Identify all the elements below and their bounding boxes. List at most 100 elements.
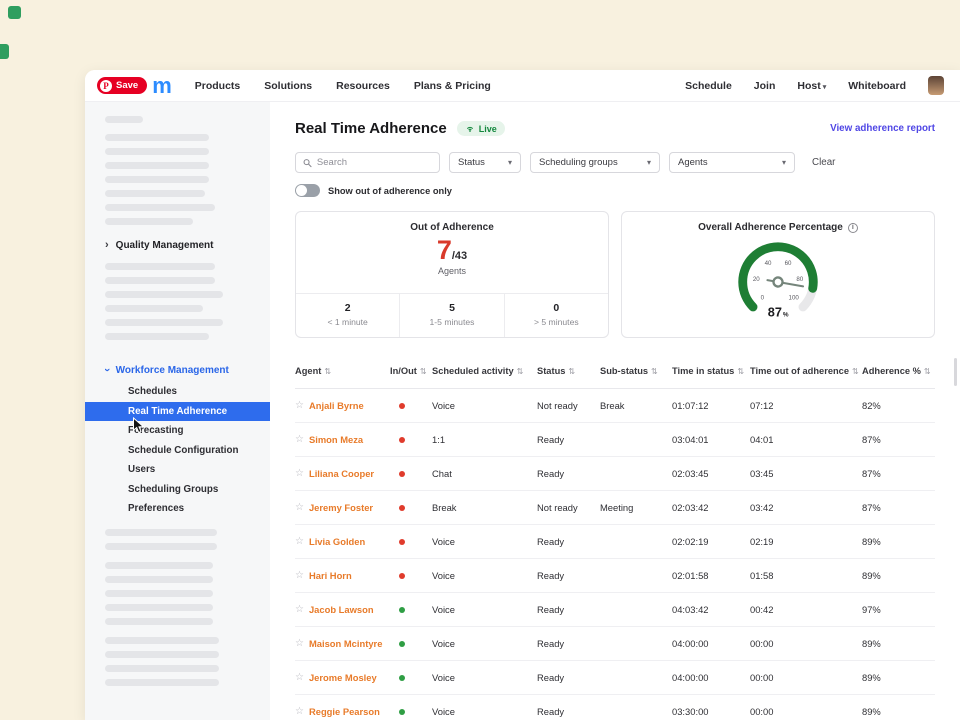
site-logo[interactable]: m <box>152 73 171 99</box>
skeleton-bar <box>105 277 215 284</box>
sidebar-item-users[interactable]: Users <box>85 460 270 480</box>
column-header-time-in-status[interactable]: Time in status⇅ <box>672 366 750 376</box>
table-row: ☆Jerome MosleyVoiceReady04:00:0000:0089% <box>295 661 935 695</box>
adherence-gauge: 0 20 40 60 80 100 87 <box>703 233 853 331</box>
cell-time-out-of-adherence: 00:42 <box>750 604 862 615</box>
status-dropdown-label: Status <box>458 157 485 168</box>
cell-adherence: 82% <box>862 400 935 411</box>
agents-dropdown[interactable]: Agents ▾ <box>669 152 795 173</box>
column-header-time-out-of-adherence[interactable]: Time out of adherence⇅ <box>750 366 862 376</box>
agent-link[interactable]: Simon Meza <box>309 434 363 445</box>
agent-link[interactable]: Maison Mcintyre <box>309 638 382 649</box>
live-label: Live <box>479 124 497 134</box>
star-icon[interactable]: ☆ <box>295 672 304 683</box>
info-icon[interactable]: i <box>848 223 858 233</box>
agent-link[interactable]: Jerome Mosley <box>309 672 377 683</box>
scheduling-groups-dropdown[interactable]: Scheduling groups ▾ <box>530 152 660 173</box>
nav-item-host[interactable]: Host▾ <box>797 80 826 92</box>
column-header-adherence[interactable]: Adherence %⇅ <box>862 366 935 376</box>
star-icon[interactable]: ☆ <box>295 434 304 445</box>
gauge-tick-40: 40 <box>765 260 772 267</box>
nav-item-whiteboard[interactable]: Whiteboard <box>848 80 906 92</box>
skeleton-bar <box>105 665 219 672</box>
column-header-in-out[interactable]: In/Out⇅ <box>390 366 432 376</box>
cell-time-out-of-adherence: 03:42 <box>750 502 862 513</box>
quality-management-label: Quality Management <box>116 240 214 251</box>
sidebar-item-quality-management[interactable]: › Quality Management <box>105 239 270 251</box>
nav-item-plans-pricing[interactable]: Plans & Pricing <box>414 80 491 92</box>
agent-link[interactable]: Anjali Byrne <box>309 400 364 411</box>
sort-icon: ⇅ <box>651 367 658 376</box>
search-input[interactable] <box>317 157 432 168</box>
breakdown-label: > 5 minutes <box>505 317 608 327</box>
cell-status: Not ready <box>537 502 600 513</box>
out-of-adherence-toggle[interactable] <box>295 184 320 197</box>
cell-status: Ready <box>537 638 600 649</box>
star-icon[interactable]: ☆ <box>295 706 304 717</box>
inout-status-dot <box>399 641 405 647</box>
star-icon[interactable]: ☆ <box>295 468 304 479</box>
sort-icon: ⇅ <box>517 367 524 376</box>
agent-link[interactable]: Hari Horn <box>309 570 352 581</box>
agent-link[interactable]: Reggie Pearson <box>309 706 380 717</box>
nav-item-resources[interactable]: Resources <box>336 80 390 92</box>
sidebar-item-real-time-adherence[interactable]: Real Time Adherence <box>85 402 270 422</box>
inout-status-dot <box>399 539 405 545</box>
sidebar-item-workforce-management[interactable]: › Workforce Management <box>105 364 270 376</box>
star-icon[interactable]: ☆ <box>295 536 304 547</box>
nav-left-items: Products Solutions Resources Plans & Pri… <box>195 80 491 92</box>
view-adherence-report-link[interactable]: View adherence report <box>830 123 935 134</box>
agent-link[interactable]: Jacob Lawson <box>309 604 374 615</box>
cell-time-in-status: 01:07:12 <box>672 400 750 411</box>
sidebar-item-preferences[interactable]: Preferences <box>85 499 270 519</box>
cell-agent: ☆ Hari Horn <box>295 570 390 581</box>
table-row: ☆Maison McintyreVoiceReady04:00:0000:008… <box>295 627 935 661</box>
cell-status: Ready <box>537 434 600 445</box>
cell-status: Ready <box>537 706 600 717</box>
agent-link[interactable]: Livia Golden <box>309 536 365 547</box>
table-row: ☆Jeremy FosterBreakNot readyMeeting02:03… <box>295 491 935 525</box>
search-icon <box>303 158 312 168</box>
column-header-sub-status[interactable]: Sub-status⇅ <box>600 366 672 376</box>
star-icon[interactable]: ☆ <box>295 400 304 411</box>
inout-status-dot <box>399 607 405 613</box>
table-row: ☆Simon Meza1:1Ready03:04:0104:0187% <box>295 423 935 457</box>
sidebar-item-schedule-configuration[interactable]: Schedule Configuration <box>85 441 270 461</box>
column-header-scheduled-activity[interactable]: Scheduled activity⇅ <box>432 366 537 376</box>
star-icon[interactable]: ☆ <box>295 502 304 513</box>
sort-icon: ⇅ <box>420 367 427 376</box>
table-row: ☆Reggie PearsonVoiceReady03:30:0000:0089… <box>295 695 935 720</box>
cell-adherence: 89% <box>862 536 935 547</box>
star-icon[interactable]: ☆ <box>295 638 304 649</box>
status-dropdown[interactable]: Status ▾ <box>449 152 521 173</box>
cell-in-out <box>390 570 432 581</box>
inout-status-dot <box>399 505 405 511</box>
agent-link[interactable]: Liliana Cooper <box>309 468 374 479</box>
cell-scheduled-activity: Break <box>432 502 537 513</box>
user-avatar[interactable] <box>928 76 944 95</box>
pinterest-save-label: Save <box>116 80 138 91</box>
cell-time-in-status: 04:00:00 <box>672 638 750 649</box>
sidebar-item-scheduling-groups[interactable]: Scheduling Groups <box>85 480 270 500</box>
nav-item-products[interactable]: Products <box>195 80 241 92</box>
cell-in-out <box>390 604 432 615</box>
table-scrollbar[interactable] <box>954 358 957 386</box>
clear-filters-button[interactable]: Clear <box>812 157 835 168</box>
star-icon[interactable]: ☆ <box>295 604 304 615</box>
column-header-agent[interactable]: Agent⇅ <box>295 366 390 376</box>
column-label: Status <box>537 366 565 376</box>
agent-link[interactable]: Jeremy Foster <box>309 502 373 513</box>
star-icon[interactable]: ☆ <box>295 570 304 581</box>
pinterest-save-button[interactable]: P Save <box>97 77 147 94</box>
breakdown-1-5-minutes: 5 1-5 minutes <box>399 294 503 337</box>
skeleton-bar <box>105 679 219 686</box>
column-header-status[interactable]: Status⇅ <box>537 366 600 376</box>
table-row: ☆Livia GoldenVoiceReady02:02:1902:1989% <box>295 525 935 559</box>
nav-item-join[interactable]: Join <box>754 80 776 92</box>
table-row: ☆Liliana CooperChatReady02:03:4503:4587% <box>295 457 935 491</box>
sidebar-item-forecasting[interactable]: Forecasting <box>85 421 270 441</box>
cell-agent: ☆ Jeremy Foster <box>295 502 390 513</box>
nav-item-solutions[interactable]: Solutions <box>264 80 312 92</box>
sidebar-item-schedules[interactable]: Schedules <box>85 382 270 402</box>
nav-item-schedule[interactable]: Schedule <box>685 80 732 92</box>
